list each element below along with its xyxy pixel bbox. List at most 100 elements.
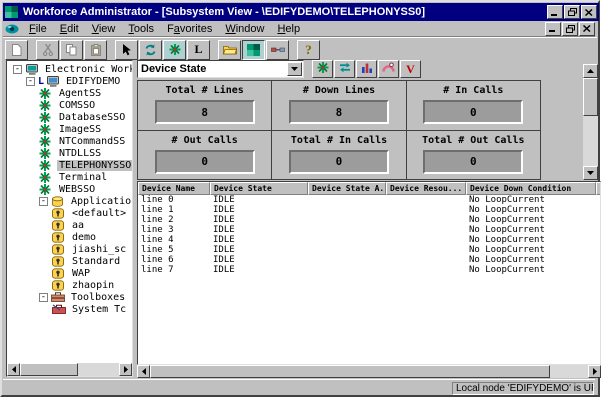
tree-item-websso[interactable]: WEBSSO xyxy=(7,183,132,195)
tree-item-comsso[interactable]: COMSSO xyxy=(7,99,132,111)
tree-item-jiashi-sc[interactable]: jiashi_sc xyxy=(7,243,132,255)
gauge-button[interactable] xyxy=(378,60,399,78)
table-cell xyxy=(386,265,466,275)
connector-button[interactable] xyxy=(266,40,289,60)
tree-item-telephonysso[interactable]: TELEPHONYSSO xyxy=(7,159,132,171)
scroll-thumb[interactable] xyxy=(583,78,598,116)
tree-item-demo[interactable]: demo xyxy=(7,231,132,243)
restore-button[interactable] xyxy=(564,5,580,19)
tree-item-standard[interactable]: Standard xyxy=(7,255,132,267)
scroll-thumb[interactable] xyxy=(20,363,78,376)
refresh-button[interactable] xyxy=(139,40,162,60)
tree-expander-icon[interactable]: - xyxy=(39,293,48,302)
menu-item-edit[interactable]: Edit xyxy=(54,22,86,36)
tree-expander-icon[interactable]: - xyxy=(13,65,22,74)
tree-item-label: Terminal xyxy=(57,172,109,183)
table-row[interactable]: line 5IDLENo LoopCurrent xyxy=(138,245,600,255)
tree-item-wap[interactable]: WAP xyxy=(7,267,132,279)
tree-item-system-tc[interactable]: System Tc xyxy=(7,303,132,315)
column-header-device-name[interactable]: Device Name xyxy=(138,182,210,195)
close-button[interactable] xyxy=(581,5,597,19)
check-v-button[interactable]: V xyxy=(400,60,421,78)
tree-item-zhaopin[interactable]: zhaopin xyxy=(7,279,132,291)
help-button[interactable]: ? xyxy=(297,40,320,60)
table-row[interactable]: line 0IDLENo LoopCurrent xyxy=(138,195,600,205)
scroll-right-button[interactable] xyxy=(119,363,132,376)
table-hscrollbar[interactable] xyxy=(137,365,601,378)
pointer-icon xyxy=(121,44,132,56)
table-row[interactable]: line 7IDLENo LoopCurrent xyxy=(138,265,600,275)
bar-chart-button[interactable] xyxy=(356,60,377,78)
tree-item-label: Standard xyxy=(70,256,122,267)
mdi-restore-button[interactable] xyxy=(562,22,578,36)
scroll-left-button[interactable] xyxy=(137,365,150,378)
tree-item-agentss[interactable]: AgentSS xyxy=(7,87,132,99)
chevron-down-icon[interactable] xyxy=(287,62,302,76)
scroll-up-button[interactable] xyxy=(583,64,598,78)
scroll-track[interactable] xyxy=(550,365,588,378)
open-folder-button[interactable] xyxy=(218,40,241,60)
window-title: Workforce Administrator - [Subsystem Vie… xyxy=(23,6,546,18)
scroll-track[interactable] xyxy=(583,116,598,166)
column-header-device-state[interactable]: Device State xyxy=(210,182,308,195)
stat-cell-in-calls: # In Calls0 xyxy=(407,81,541,131)
workforce-logo-button[interactable] xyxy=(242,40,265,60)
table-cell: No LoopCurrent xyxy=(466,245,596,255)
column-header-device-state-a[interactable]: Device State A... xyxy=(308,182,386,195)
tree-expander-icon[interactable]: - xyxy=(26,77,35,86)
subsystem-button[interactable] xyxy=(163,40,186,60)
paste-button xyxy=(84,40,107,60)
tree-item-databasesso[interactable]: DatabaseSSO xyxy=(7,111,132,123)
application-icon xyxy=(52,232,67,243)
column-header-blank[interactable] xyxy=(596,182,601,195)
tree-item-imagess[interactable]: ImageSS xyxy=(7,123,132,135)
tree-item-label: WAP xyxy=(70,268,92,279)
tree-item-ntcommandss[interactable]: NTCommandSS xyxy=(7,135,132,147)
tree-item-edifydemo[interactable]: -LEDIFYDEMO xyxy=(7,75,132,87)
title-bar[interactable]: Workforce Administrator - [Subsystem Vie… xyxy=(3,3,599,21)
tree-item-terminal[interactable]: Terminal xyxy=(7,171,132,183)
tree-item-toolboxes[interactable]: -Toolboxes xyxy=(7,291,132,303)
table-row[interactable]: line 1IDLENo LoopCurrent xyxy=(138,205,600,215)
table-row[interactable]: line 3IDLENo LoopCurrent xyxy=(138,225,600,235)
tree-item-aa[interactable]: aa xyxy=(7,219,132,231)
table-row[interactable]: line 4IDLENo LoopCurrent xyxy=(138,235,600,245)
tree-item-electronic-workfor[interactable]: -Electronic Workfor xyxy=(7,63,132,75)
menu-item-favorites[interactable]: Favorites xyxy=(161,22,219,36)
scroll-right-button[interactable] xyxy=(588,365,601,378)
tree-item-default[interactable]: <default> xyxy=(7,207,132,219)
rotate-view-icon xyxy=(339,60,351,78)
stat-value: 0 xyxy=(155,150,255,174)
menu-item-window[interactable]: Window xyxy=(219,22,271,36)
mdi-close-button[interactable] xyxy=(579,22,595,36)
workforce-logo-icon xyxy=(5,6,19,19)
mdi-minimize-button[interactable] xyxy=(545,22,561,36)
table-row[interactable]: line 2IDLENo LoopCurrent xyxy=(138,215,600,225)
menu-item-tools[interactable]: Tools xyxy=(122,22,161,36)
scroll-thumb[interactable] xyxy=(150,365,550,378)
minimize-button[interactable] xyxy=(547,5,563,19)
letter-l-button[interactable]: L xyxy=(187,40,210,60)
mdi-system-icon[interactable] xyxy=(5,23,20,34)
table-cell: line 5 xyxy=(138,245,210,255)
scroll-down-button[interactable] xyxy=(583,166,598,180)
menu-item-file[interactable]: File xyxy=(23,22,54,36)
tree-item-ntdllss[interactable]: NTDLLSS xyxy=(7,147,132,159)
table-row[interactable]: line 6IDLENo LoopCurrent xyxy=(138,255,600,265)
stats-vscrollbar[interactable] xyxy=(583,64,598,180)
column-header-device-resou[interactable]: Device Resou... xyxy=(386,182,466,195)
view-selector-combobox[interactable]: Device State xyxy=(137,60,304,78)
menu-item-view[interactable]: View xyxy=(86,22,123,36)
scroll-left-button[interactable] xyxy=(7,363,20,376)
column-header-device-down-condition[interactable]: Device Down Condition xyxy=(466,182,596,195)
new-view-button[interactable] xyxy=(312,60,333,78)
tree-expander-icon[interactable]: - xyxy=(39,197,48,206)
rotate-view-button[interactable] xyxy=(334,60,355,78)
menu-item-help[interactable]: Help xyxy=(271,22,307,36)
table-cell xyxy=(386,245,466,255)
tree-item-application[interactable]: -Application xyxy=(7,195,132,207)
pointer-button[interactable] xyxy=(115,40,138,60)
scroll-track[interactable] xyxy=(78,363,119,376)
view-toolbar: V xyxy=(312,60,422,78)
tree-hscrollbar[interactable] xyxy=(7,363,132,376)
